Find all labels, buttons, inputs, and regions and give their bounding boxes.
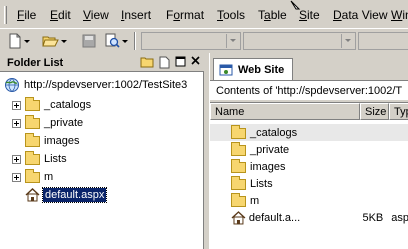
- chevron-down-icon[interactable]: [341, 34, 354, 48]
- tree-item-label: _catalogs: [44, 99, 92, 111]
- list-item-name: Lists: [250, 177, 273, 190]
- column-size[interactable]: Size: [360, 103, 389, 120]
- tree-item-label: Lists: [44, 153, 67, 165]
- contents-path: Contents of 'http://spdevserver:1002/T: [210, 80, 408, 100]
- folder-icon: [231, 192, 246, 207]
- home-page-icon: [25, 188, 40, 202]
- new-page-icon: [9, 33, 21, 49]
- list-item[interactable]: _private: [210, 141, 408, 158]
- file-list: Name Size Typ _catalogs _private images …: [210, 102, 408, 249]
- font-dropdown[interactable]: [243, 32, 356, 50]
- folder-icon: [25, 169, 40, 183]
- tree-item-catalogs[interactable]: _catalogs: [12, 96, 91, 114]
- globe-web-icon: [5, 78, 19, 92]
- menu-grip[interactable]: [4, 6, 7, 24]
- style-dropdown[interactable]: [141, 32, 241, 50]
- folder-list-title: Folder List: [7, 57, 64, 69]
- save-button[interactable]: [82, 31, 96, 51]
- web-site-pane: Web Site Contents of 'http://spdevserver…: [209, 53, 408, 249]
- tree-item-label: default.aspx: [41, 187, 108, 203]
- list-item-size: 5KB: [362, 211, 384, 224]
- column-type[interactable]: Typ: [389, 103, 408, 120]
- chevron-down-icon[interactable]: [122, 39, 128, 43]
- open-folder-icon: [42, 36, 59, 47]
- tree-item-private[interactable]: _private: [12, 114, 83, 132]
- folder-icon: [231, 158, 246, 173]
- save-icon: [82, 34, 96, 48]
- preview-in-browser-icon: [105, 33, 120, 48]
- folder-icon: [231, 175, 246, 190]
- tree-item-default-aspx[interactable]: default.aspx: [12, 186, 108, 204]
- new-folder-icon[interactable]: [140, 56, 154, 68]
- tree-item-m[interactable]: m: [12, 168, 53, 186]
- menu-file[interactable]: File: [17, 8, 36, 22]
- list-item[interactable]: images: [210, 158, 408, 175]
- tab-web-site[interactable]: Web Site: [213, 58, 293, 80]
- menu-insert[interactable]: Insert: [121, 8, 151, 22]
- expand-icon[interactable]: [12, 154, 21, 164]
- list-item-name: _private: [250, 143, 290, 156]
- open-button[interactable]: [42, 31, 67, 51]
- web-site-icon: [219, 64, 233, 75]
- list-item[interactable]: m: [210, 192, 408, 209]
- menu-table[interactable]: Table: [258, 8, 287, 22]
- column-name[interactable]: Name: [210, 103, 360, 120]
- list-item[interactable]: Lists: [210, 175, 408, 192]
- tree-item-images[interactable]: images: [12, 132, 79, 150]
- tab-web-site-label: Web Site: [238, 63, 285, 76]
- tree-item-label: images: [44, 135, 80, 147]
- font-size-dropdown[interactable]: [358, 32, 408, 50]
- toggle-pane-icon[interactable]: [175, 56, 186, 67]
- menu-edit[interactable]: Edit: [50, 8, 71, 22]
- tree-root[interactable]: http://spdevserver:1002/TestSite3: [4, 76, 187, 94]
- new-document-icon[interactable]: [159, 56, 170, 69]
- folder-icon: [25, 133, 40, 147]
- tree-root-label: http://spdevserver:1002/TestSite3: [24, 79, 188, 91]
- menu-view[interactable]: View: [83, 8, 109, 22]
- folder-icon: [25, 115, 40, 129]
- home-page-icon: [231, 210, 246, 224]
- standard-toolbar: [0, 28, 408, 52]
- mouse-cursor-icon: [290, 0, 301, 10]
- folder-list-pane: Folder List http://spdevserver:1002/Test…: [0, 53, 204, 249]
- list-item[interactable]: default.a... 5KB asp: [210, 209, 408, 226]
- chevron-down-icon[interactable]: [226, 34, 239, 48]
- folder-icon: [25, 151, 40, 165]
- chevron-down-icon[interactable]: [24, 39, 30, 43]
- list-item-type: asp: [391, 211, 408, 224]
- folder-icon: [25, 97, 40, 111]
- expand-icon[interactable]: [12, 118, 21, 128]
- menu-bar: File Edit View Insert Format Tools Table…: [0, 0, 408, 28]
- list-item-name: default.a...: [248, 211, 301, 224]
- tree-item-lists[interactable]: Lists: [12, 150, 67, 168]
- menu-window[interactable]: Win: [391, 8, 408, 22]
- list-item-name: _catalogs: [250, 126, 298, 139]
- menu-data-view[interactable]: Data View: [333, 8, 387, 22]
- menu-tools[interactable]: Tools: [217, 8, 245, 22]
- close-icon[interactable]: [191, 56, 200, 65]
- new-page-button[interactable]: [8, 31, 30, 51]
- list-item[interactable]: _catalogs: [210, 124, 408, 141]
- toolbar-separator: [134, 32, 136, 50]
- expand-icon[interactable]: [12, 100, 21, 110]
- chevron-down-icon[interactable]: [61, 39, 67, 43]
- folder-icon: [231, 141, 246, 156]
- menu-format[interactable]: Format: [166, 8, 204, 22]
- list-item-name: m: [250, 194, 260, 207]
- folder-icon: [231, 124, 246, 139]
- folder-list-header: Folder List: [0, 53, 204, 72]
- list-item-name: images: [250, 160, 286, 173]
- tree-item-label: m: [44, 171, 54, 183]
- expand-icon[interactable]: [12, 172, 21, 182]
- tree-item-label: _private: [44, 117, 84, 129]
- preview-button[interactable]: [104, 31, 128, 51]
- menu-site[interactable]: Site: [299, 8, 320, 22]
